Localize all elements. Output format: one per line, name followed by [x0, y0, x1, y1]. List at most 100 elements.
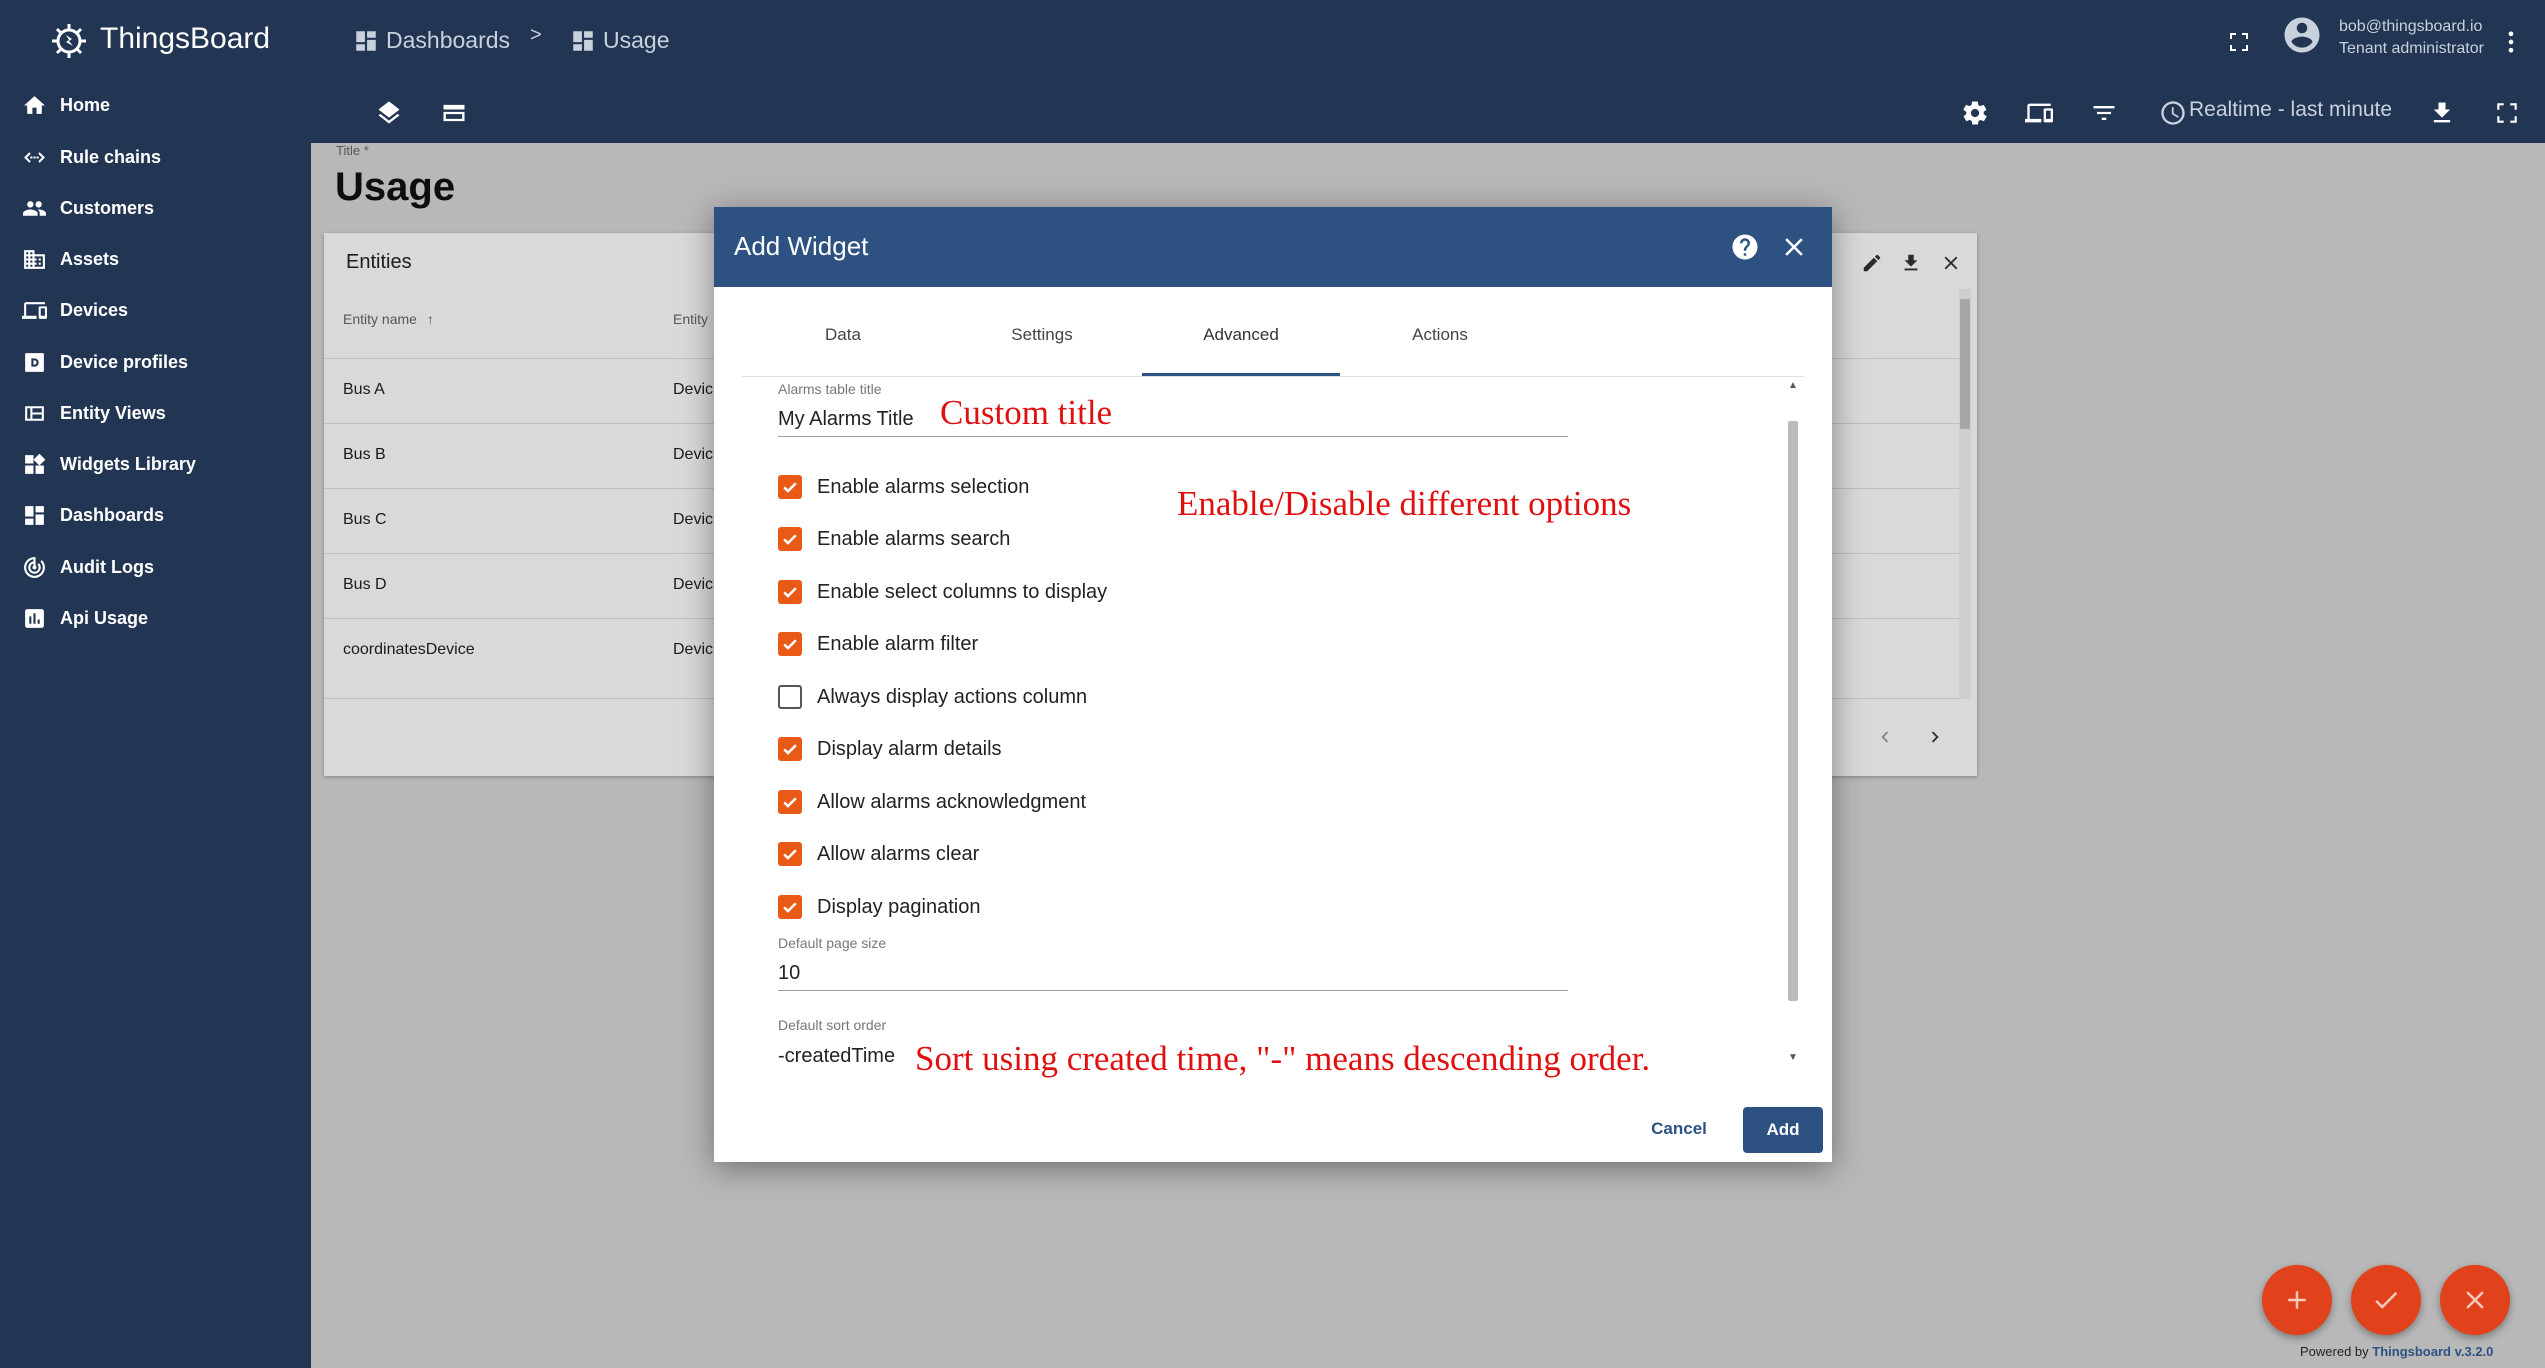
- sidebar-item-label: Dashboards: [60, 504, 165, 525]
- layouts-icon[interactable]: [436, 95, 472, 131]
- breadcrumb-usage: Usage: [603, 27, 670, 53]
- checkbox-enable-alarms-selection[interactable]: Enable alarms selection: [778, 472, 1029, 502]
- add-fab-button[interactable]: [2262, 1265, 2332, 1335]
- scroll-down-icon[interactable]: ▼: [1788, 1053, 1798, 1063]
- checkbox-enable-alarm-filter[interactable]: Enable alarm filter: [778, 629, 978, 659]
- powered-by-link[interactable]: Thingsboard v.3.2.0: [2372, 1344, 2493, 1359]
- tab-actions[interactable]: Actions: [1341, 287, 1539, 383]
- add-widget-dialog: Add Widget Data Settings Advanced Action…: [714, 207, 1832, 1162]
- user-email: bob@thingsboard.io: [2339, 17, 2483, 35]
- close-icon: [2460, 1285, 2490, 1315]
- alarms-table-title-label: Alarms table title: [778, 381, 882, 397]
- checkbox-enable-alarms-search[interactable]: Enable alarms search: [778, 524, 1010, 554]
- dashboard-icon: [21, 502, 48, 529]
- checkbox-checked-icon: [778, 632, 802, 656]
- checkbox-display-pagination[interactable]: Display pagination: [778, 892, 980, 922]
- layers-icon[interactable]: [371, 95, 407, 131]
- sidebar-item-devices[interactable]: Devices: [0, 285, 311, 335]
- settings-icon[interactable]: [1957, 95, 1993, 131]
- breadcrumb-dashboards[interactable]: Dashboards: [386, 27, 510, 54]
- tab-settings[interactable]: Settings: [943, 287, 1141, 383]
- sidebar-item-label: Api Usage: [60, 607, 149, 628]
- checkbox-checked-icon: [778, 475, 802, 499]
- default-page-size-label: Default page size: [778, 935, 887, 951]
- annotation-custom-title: Custom title: [940, 393, 1113, 432]
- annotation-options: Enable/Disable different options: [1177, 484, 1632, 523]
- checkbox-checked-icon: [778, 580, 802, 604]
- sidebar-item-label: Device profiles: [60, 351, 189, 372]
- scrollbar-thumb[interactable]: [1788, 421, 1798, 1001]
- sidebar-item-entity-views[interactable]: Entity Views: [0, 388, 311, 438]
- default-sort-order-input[interactable]: [778, 1039, 918, 1073]
- active-tab-indicator: [1142, 373, 1340, 376]
- sidebar-item-widgets-library[interactable]: Widgets Library: [0, 439, 311, 489]
- device-profile-icon: [21, 349, 48, 376]
- view-quilt-icon: [21, 400, 48, 427]
- sidebar-item-label: Audit Logs: [60, 556, 154, 577]
- alarms-table-title-input[interactable]: [778, 403, 1568, 437]
- track-changes-icon: [21, 554, 48, 581]
- insert-chart-icon: [21, 605, 48, 632]
- checkbox-checked-icon: [778, 527, 802, 551]
- dashboard-icon: [570, 28, 596, 54]
- apply-fab-button[interactable]: [2351, 1265, 2421, 1335]
- default-page-size-input[interactable]: [778, 957, 1568, 991]
- user-menu[interactable]: bob@thingsboard.io Tenant administrator: [2281, 14, 2484, 61]
- sidebar-item-api-usage[interactable]: Api Usage: [0, 593, 311, 643]
- cancel-button[interactable]: Cancel: [1640, 1107, 1718, 1151]
- add-button[interactable]: Add: [1743, 1107, 1823, 1153]
- filter-list-icon[interactable]: [2086, 95, 2122, 131]
- tabs-divider: [742, 376, 1804, 377]
- sidebar-item-dashboards[interactable]: Dashboards: [0, 490, 311, 540]
- tab-data[interactable]: Data: [744, 287, 942, 383]
- checkbox-allow-alarms-clear[interactable]: Allow alarms clear: [778, 839, 979, 869]
- checkbox-always-display-actions[interactable]: Always display actions column: [778, 682, 1087, 712]
- logo[interactable]: ThingsBoard: [44, 14, 270, 64]
- widgets-icon: [21, 451, 48, 478]
- checkbox-checked-icon: [778, 790, 802, 814]
- sidebar-item-assets[interactable]: Assets: [0, 234, 311, 284]
- scroll-up-icon[interactable]: ▲: [1788, 381, 1798, 391]
- dashboard-icon: [353, 28, 379, 54]
- sidebar-item-home[interactable]: Home: [0, 80, 311, 130]
- sidebar-item-rule-chains[interactable]: Rule chains: [0, 132, 311, 182]
- timewindow-label[interactable]: Realtime - last minute: [2189, 98, 2392, 122]
- devices-icon[interactable]: [2021, 95, 2057, 131]
- sidebar-item-label: Home: [60, 94, 111, 115]
- building-icon: [21, 246, 48, 273]
- home-icon: [21, 92, 48, 119]
- more-vert-icon[interactable]: [2495, 24, 2527, 60]
- clock-icon[interactable]: [2155, 95, 2191, 131]
- default-sort-order-label: Default sort order: [778, 1017, 887, 1033]
- thingsboard-logo-icon: [44, 14, 94, 64]
- devices-icon: [21, 297, 48, 324]
- annotation-sort: Sort using created time, "-" means desce…: [915, 1039, 1651, 1078]
- code-arrows-icon: [21, 144, 48, 171]
- powered-by-footer: Powered by Thingsboard v.3.2.0: [2300, 1344, 2494, 1359]
- sidebar-item-label: Customers: [60, 197, 155, 218]
- checkbox-allow-acknowledgment[interactable]: Allow alarms acknowledgment: [778, 787, 1086, 817]
- sidebar-item-label: Entity Views: [60, 402, 166, 423]
- app-name: ThingsBoard: [100, 22, 271, 55]
- checkbox-unchecked-icon: [778, 685, 802, 709]
- tab-advanced[interactable]: Advanced: [1142, 287, 1340, 383]
- fullscreen-icon[interactable]: [2489, 95, 2525, 131]
- close-icon[interactable]: [1776, 229, 1812, 265]
- sidebar-item-label: Devices: [60, 299, 129, 320]
- account-circle-icon: [2281, 14, 2323, 61]
- checkbox-checked-icon: [778, 895, 802, 919]
- cancel-fab-button[interactable]: [2440, 1265, 2510, 1335]
- sidebar-item-device-profiles[interactable]: Device profiles: [0, 337, 311, 387]
- checkbox-checked-icon: [778, 842, 802, 866]
- top-bar: Dashboards > Usage bob@thingsboard.io Te…: [311, 0, 2545, 143]
- checkbox-display-alarm-details[interactable]: Display alarm details: [778, 734, 1002, 764]
- sidebar-item-label: Widgets Library: [60, 453, 196, 474]
- checkbox-enable-select-columns[interactable]: Enable select columns to display: [778, 577, 1107, 607]
- help-icon[interactable]: [1727, 229, 1763, 265]
- people-icon: [21, 195, 48, 222]
- fullscreen-icon[interactable]: [2223, 26, 2255, 58]
- sidebar-item-customers[interactable]: Customers: [0, 183, 311, 233]
- check-icon: [2371, 1285, 2401, 1315]
- download-icon[interactable]: [2424, 95, 2460, 131]
- sidebar-item-audit-logs[interactable]: Audit Logs: [0, 542, 311, 592]
